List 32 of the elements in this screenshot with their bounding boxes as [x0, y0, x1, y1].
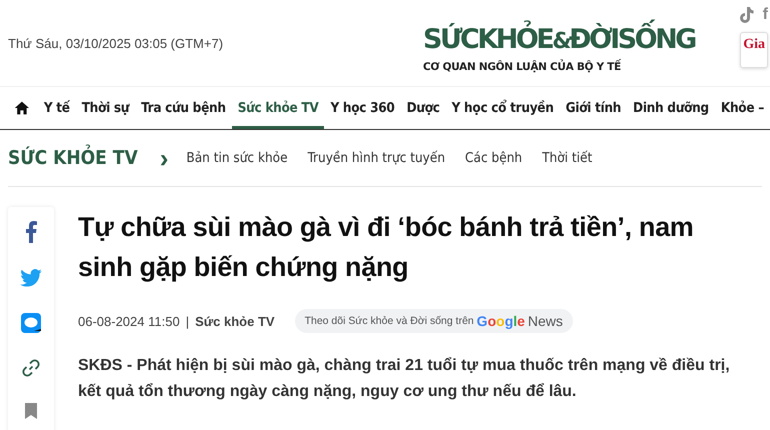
nav-tab[interactable]: Tra cứu bệnh	[135, 87, 232, 129]
subnav-link[interactable]: Các bệnh	[465, 150, 522, 166]
tiktok-icon[interactable]	[738, 6, 755, 24]
subnav-link[interactable]: Bản tin sức khỏe	[186, 150, 288, 166]
nav-tab[interactable]: Dược	[400, 87, 446, 129]
category-link[interactable]: Sức khỏe TV	[195, 314, 275, 328]
google-news-follow-button[interactable]: Theo dõi Sức khỏe và Đời sống trên Google News	[294, 309, 573, 333]
nav-tab[interactable]: Sức khỏe TV	[232, 87, 324, 129]
facebook-icon[interactable]	[25, 221, 37, 243]
nav-tab[interactable]: Thời sự	[76, 87, 136, 129]
link-icon[interactable]	[22, 359, 40, 377]
nav-tab[interactable]: Giới tính	[560, 87, 628, 129]
bookmark-icon[interactable]	[24, 403, 38, 419]
nav-tab[interactable]: Dinh dưỡng	[627, 87, 715, 129]
home-icon[interactable]	[14, 99, 30, 117]
nav-tab[interactable]: Y học 360	[324, 87, 401, 129]
section-title[interactable]: SỨC KHỎE TV	[8, 147, 138, 169]
article-title: Tự chữa sùi mào gà vì đi ‘bóc bánh trả tiền’, nam sinh gặp biến chứng nặng	[78, 211, 695, 284]
ad-banner[interactable]: Gia	[740, 32, 768, 68]
article-lead: SKĐS - Phát hiện bị sùi mào gà, chàng trai 21 tuổi tự mua thuốc trên mạng về điều trị, kết quả tổn thương ngày càng nặng, nguy cơ ung thư nếu để lâu.	[78, 356, 731, 402]
nav-tab[interactable]: Khỏe –	[714, 87, 770, 129]
nav-tab[interactable]: Y học cổ truyền	[446, 87, 560, 129]
site-logo[interactable]: SỨCKHỎE&ĐỜISỐNG CƠ QUAN NGÔN LUẬN CỦA BỘ Y TẾ	[423, 19, 695, 73]
subnav-link[interactable]: Truyền hình trực tuyến	[308, 150, 446, 166]
meta-separator: |	[186, 314, 190, 328]
subnav-link[interactable]: Thời tiết	[542, 150, 592, 166]
date-time: Thứ Sáu, 03/10/2025 03:05 (GTM+7)	[8, 36, 224, 50]
publish-date: 06-08-2024 11:50	[78, 314, 180, 328]
bird-icon[interactable]	[20, 269, 42, 287]
chat-app-icon[interactable]	[21, 313, 41, 333]
chevron-icon: ›	[160, 145, 168, 171]
nav-tab[interactable]: Y tế	[38, 87, 76, 129]
